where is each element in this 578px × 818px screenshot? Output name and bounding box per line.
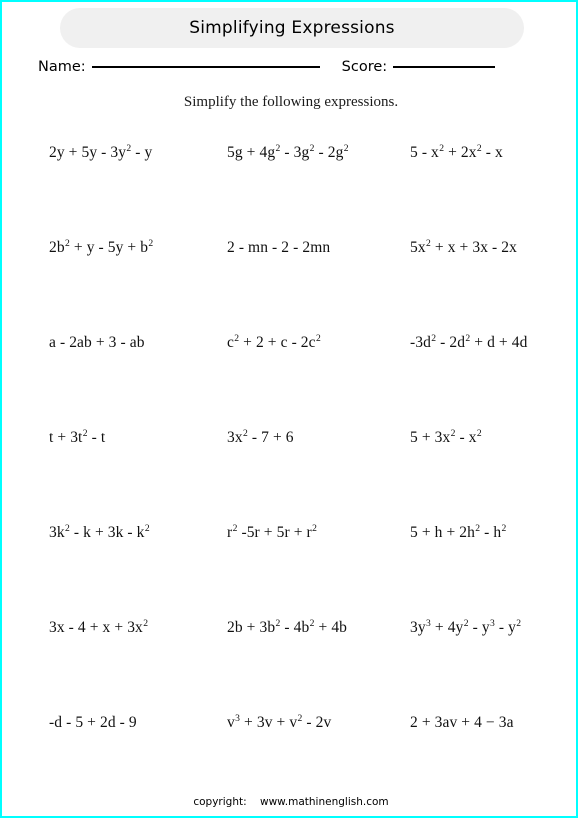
problem-cell: 5 + h + 2h2 - h2	[410, 522, 507, 541]
worksheet-page: Simplifying Expressions Name: Score: Sim…	[0, 0, 578, 818]
problem-cell: 5 - x2 + 2x2 - x	[410, 142, 503, 161]
problem-cell: 3x - 4 + x + 3x2	[49, 617, 149, 636]
problem-cell: 2y + 5y - 3y2 - y	[49, 142, 153, 161]
page-title: Simplifying Expressions	[189, 18, 395, 38]
problem-cell: r2 -5r + 5r + r2	[227, 522, 317, 541]
score-label: Score:	[341, 59, 388, 75]
problem-row: 3x - 4 + x + 3x2 2b + 3b2 - 4b2 + 4b 3y3…	[2, 607, 576, 702]
problem-row: 2b2 + y - 5y + b2 2 - mn - 2 - 2mn 5x2 +…	[2, 227, 576, 322]
problem-cell: 5x2 + x + 3x - 2x	[410, 237, 517, 256]
problem-cell: 2 - mn - 2 - 2mn	[227, 239, 331, 256]
copyright-label: copyright:	[193, 796, 247, 808]
problem-row: 2y + 5y - 3y2 - y 5g + 4g2 - 3g2 - 2g2 5…	[2, 132, 576, 227]
name-score-row: Name: Score:	[38, 59, 544, 81]
instruction-text: Simplify the following expressions.	[183, 94, 399, 110]
problem-row: a - 2ab + 3 - ab c2 + 2 + c - 2c2 -3d2 -…	[2, 322, 576, 417]
problem-cell: v3 + 3v + v2 - 2v	[227, 712, 332, 731]
name-label: Name:	[38, 59, 86, 75]
name-input-line[interactable]	[91, 66, 320, 68]
website-url: www.mathinenglish.com	[259, 796, 389, 808]
problem-cell: 2 + 3av + 4 − 3a	[410, 714, 514, 731]
problem-cell: c2 + 2 + c - 2c2	[227, 332, 321, 351]
problem-row: -d - 5 + 2d - 9 v3 + 3v + v2 - 2v 2 + 3a…	[2, 702, 576, 797]
problem-cell: a - 2ab + 3 - ab	[49, 334, 145, 351]
score-input-line[interactable]	[393, 66, 496, 68]
problem-cell: 5 + 3x2 - x2	[410, 427, 482, 446]
problem-cell: 3x2 - 7 + 6	[227, 427, 294, 446]
problem-cell: 3k2 - k + 3k - k2	[49, 522, 150, 541]
problem-cell: 3y3 + 4y2 - y3 - y2	[410, 617, 522, 636]
problem-row: t + 3t2 - t 3x2 - 7 + 6 5 + 3x2 - x2	[2, 417, 576, 512]
problem-cell: 2b + 3b2 - 4b2 + 4b	[227, 617, 348, 636]
problem-cell: 2b2 + y - 5y + b2	[49, 237, 154, 256]
problem-cell: -3d2 - 2d2 + d + 4d	[410, 332, 528, 351]
title-banner: Simplifying Expressions	[60, 8, 524, 48]
problem-row: 3k2 - k + 3k - k2 r2 -5r + 5r + r2 5 + h…	[2, 512, 576, 607]
problem-grid: 2y + 5y - 3y2 - y 5g + 4g2 - 3g2 - 2g2 5…	[2, 132, 576, 797]
problem-cell: 5g + 4g2 - 3g2 - 2g2	[227, 142, 349, 161]
problem-cell: t + 3t2 - t	[49, 427, 106, 446]
problem-cell: -d - 5 + 2d - 9	[49, 714, 137, 731]
footer: copyright: www.mathinenglish.com	[2, 796, 576, 808]
